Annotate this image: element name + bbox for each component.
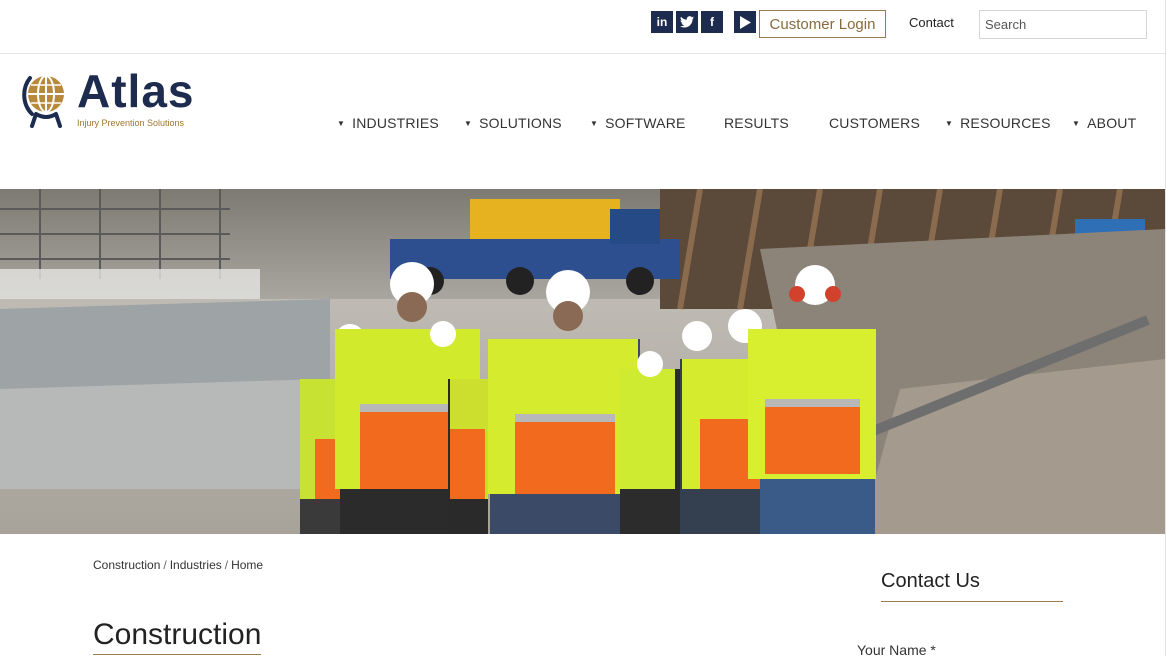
caret-down-icon: ▼ [590, 118, 599, 128]
atlas-logo[interactable]: Atlas Injury Prevention Solutions [22, 65, 222, 130]
nav-item-customers[interactable]: CUSTOMERS [829, 115, 920, 131]
linkedin-icon[interactable]: in [651, 11, 673, 33]
nav-item-solutions[interactable]: ▼ SOLUTIONS [464, 115, 562, 131]
search-input[interactable] [979, 10, 1147, 39]
nav-item-about[interactable]: ▼ ABOUT [1072, 115, 1136, 131]
contact-us-heading: Contact Us [881, 570, 1063, 602]
brand-name: Atlas [77, 65, 195, 117]
nav-item-label: RESOURCES [960, 115, 1051, 131]
nav-item-label: CUSTOMERS [829, 115, 920, 131]
nav-item-label: RESULTS [724, 115, 789, 131]
breadcrumb-item[interactable]: Home [231, 558, 263, 572]
construction-workers-photo [0, 189, 1165, 534]
globe-icon [22, 75, 64, 128]
twitter-icon[interactable] [676, 11, 698, 33]
your-name-label: Your Name * [857, 642, 936, 656]
breadcrumb: Construction / Industries / Home [93, 558, 263, 572]
breadcrumb-separator: / [224, 558, 229, 572]
customer-login-button[interactable]: Customer Login [759, 10, 886, 38]
linkedin-glyph: in [656, 15, 668, 29]
breadcrumb-item[interactable]: Industries [170, 558, 222, 572]
nav-item-software[interactable]: ▼ SOFTWARE [590, 115, 686, 131]
caret-down-icon: ▼ [1072, 118, 1081, 128]
facebook-glyph: f [710, 15, 714, 29]
nav-item-label: SOFTWARE [605, 115, 686, 131]
hero-image [0, 189, 1165, 534]
breadcrumb-item[interactable]: Construction [93, 558, 160, 572]
caret-down-icon: ▼ [337, 118, 346, 128]
brand-tagline: Injury Prevention Solutions [77, 118, 185, 128]
nav-item-resources[interactable]: ▼ RESOURCES [945, 115, 1051, 131]
nav-item-results[interactable]: RESULTS [724, 115, 789, 131]
top-utility-bar: in f Customer Login Contact [0, 0, 1166, 54]
nav-item-label: INDUSTRIES [352, 115, 439, 131]
youtube-play-icon[interactable] [734, 11, 756, 33]
facebook-icon[interactable]: f [701, 11, 723, 33]
caret-down-icon: ▼ [945, 118, 954, 128]
nav-item-label: ABOUT [1087, 115, 1137, 131]
contact-link[interactable]: Contact [909, 15, 954, 30]
nav-item-industries[interactable]: ▼ INDUSTRIES [337, 115, 439, 131]
nav-item-label: SOLUTIONS [479, 115, 562, 131]
page-title: Construction [93, 618, 262, 655]
breadcrumb-separator: / [163, 558, 167, 572]
caret-down-icon: ▼ [464, 118, 473, 128]
